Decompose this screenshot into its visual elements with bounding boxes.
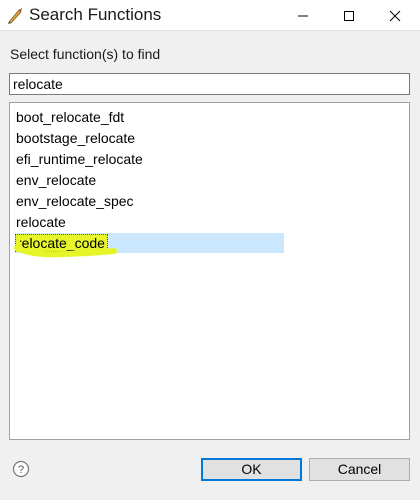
list-item[interactable]: efi_runtime_relocate [15, 149, 145, 169]
list-item[interactable]: env_relocate_spec [15, 191, 136, 211]
quill-icon [8, 8, 22, 24]
window-title: Search Functions [29, 5, 162, 24]
list-item-label: bootstage_relocate [16, 130, 136, 146]
help-icon[interactable]: ? [12, 460, 30, 478]
highlighter-mark [14, 237, 117, 258]
search-input[interactable] [9, 73, 410, 95]
list-item[interactable]: relocate [15, 212, 68, 232]
minimize-icon [298, 15, 308, 16]
ok-button[interactable]: OK [201, 458, 302, 481]
list-item[interactable]: boot_relocate_fdt [15, 107, 126, 127]
list-item[interactable]: bootstage_relocate [15, 128, 137, 148]
close-button[interactable] [372, 0, 418, 31]
list-item-label: efi_runtime_relocate [16, 151, 143, 167]
search-functions-dialog: Search Functions Select function(s) to f… [0, 0, 420, 500]
cancel-button[interactable]: Cancel [309, 458, 410, 481]
list-item-label: env_relocate [16, 172, 97, 188]
results-list[interactable]: boot_relocate_fdt bootstage_relocate efi… [9, 102, 410, 440]
list-item-label: boot_relocate_fdt [16, 109, 125, 125]
svg-text:?: ? [18, 464, 24, 476]
maximize-icon [344, 10, 354, 21]
list-item-label: env_relocate_spec [16, 193, 134, 209]
prompt-label: Select function(s) to find [10, 46, 161, 62]
close-icon [389, 10, 401, 21]
title-bar: Search Functions [0, 0, 420, 31]
list-item[interactable]: env_relocate [15, 170, 98, 190]
minimize-button[interactable] [280, 0, 326, 31]
maximize-button[interactable] [326, 0, 372, 31]
list-item-label: relocate [16, 214, 66, 230]
